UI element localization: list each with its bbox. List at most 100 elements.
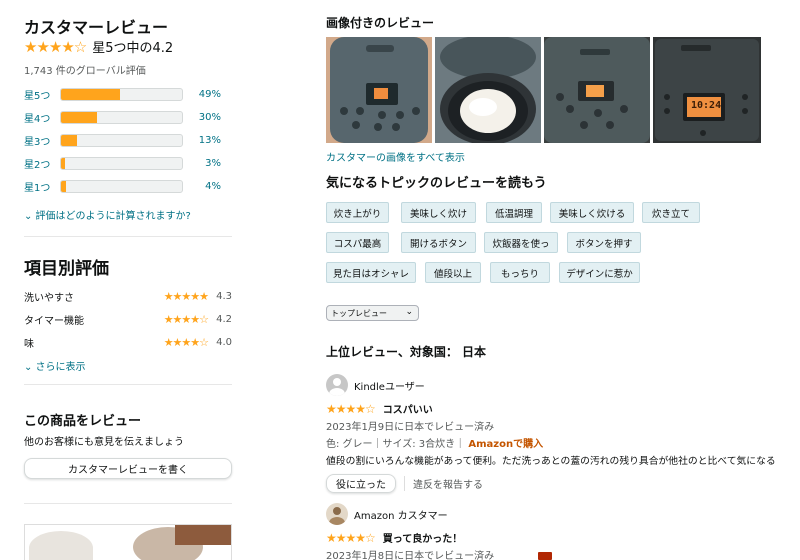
divider <box>24 384 232 385</box>
topic-chip[interactable]: 美味しく炊ける <box>550 202 634 223</box>
feature-name: タイマー機能 <box>24 315 84 327</box>
write-review-title: この商品をレビュー <box>24 414 142 429</box>
overall-stars: ★★★★☆ <box>24 37 87 56</box>
histogram-fill <box>61 134 77 146</box>
review-stars[interactable]: ★★★★☆ <box>326 402 376 416</box>
histogram-percent: 3% <box>205 157 221 169</box>
avatar-head-shape <box>333 507 341 515</box>
topic-chip[interactable]: 低温調理 <box>486 202 542 223</box>
feature-row: タイマー機能 ★★★★☆ 4.2 <box>24 312 232 327</box>
topic-chip[interactable]: デザインに惹か <box>559 262 640 283</box>
product-ad-image[interactable] <box>24 524 232 560</box>
topic-chip[interactable]: 炊飯器を使っ <box>484 232 558 253</box>
divider <box>24 503 232 504</box>
histogram-label: 星1つ <box>24 182 51 194</box>
report-abuse-link[interactable]: 違反を報告する <box>404 476 483 491</box>
write-review-button[interactable]: カスタマーレビューを書く <box>24 458 232 479</box>
helpful-button[interactable]: 役に立った <box>326 474 396 493</box>
histogram-fill <box>61 88 121 100</box>
feature-value: 4.0 <box>216 336 232 348</box>
feature-name: 洗いやすさ <box>24 292 74 304</box>
histogram-fill <box>61 157 65 169</box>
badge-fragment <box>538 552 552 560</box>
topic-chip[interactable]: 美味しく炊け <box>401 202 476 223</box>
topics-title: 気になるトピックのレビューを読もう <box>326 176 547 191</box>
histogram-label: 星4つ <box>24 113 51 125</box>
histogram-label: 星3つ <box>24 136 51 148</box>
see-all-images-link[interactable]: カスタマーの画像をすべて表示 <box>326 149 465 164</box>
topic-chip[interactable]: 開けるボタン <box>401 232 476 253</box>
overall-rating: ★★★★☆ 星5つ中の4.2 <box>24 37 173 57</box>
histogram-bar <box>60 110 183 124</box>
plate-shape <box>29 531 93 560</box>
review-rating-line: ★★★★☆ コスパいい <box>326 401 776 417</box>
histogram-row-2[interactable]: 星2つ 3% <box>24 156 221 171</box>
review-title[interactable]: コスパいい <box>383 401 433 416</box>
avatar <box>326 374 348 396</box>
show-more-link[interactable]: ⌄ さらに表示 <box>24 358 86 373</box>
feature-name: 味 <box>24 338 34 350</box>
feature-ratings-title: 項目別評価 <box>24 259 109 279</box>
histogram-row-3[interactable]: 星3つ 13% <box>24 133 221 148</box>
histogram-row-5[interactable]: 星5つ 49% <box>24 87 221 102</box>
histogram-bar <box>60 156 183 170</box>
rice-cooker-panel-image <box>326 37 432 143</box>
histogram-label: 星5つ <box>24 90 51 102</box>
display-readout: 10:24 <box>691 100 722 111</box>
histogram-label: 星2つ <box>24 159 51 171</box>
histogram-row-4[interactable]: 星4つ 30% <box>24 110 221 125</box>
review-rating-line: ★★★★☆ 買って良かった！ <box>326 530 776 546</box>
histogram-fill <box>61 180 66 192</box>
image-reviews-title: 画像付きのレビュー <box>326 16 435 30</box>
histogram-row-1[interactable]: 星1つ 4% <box>24 179 221 194</box>
review-item: Kindleユーザー ★★★★☆ コスパいい 2023年1月9日に日本でレビュー… <box>326 374 776 493</box>
divider <box>24 236 232 237</box>
topic-chip[interactable]: もっちり <box>490 262 550 283</box>
histogram-bar <box>60 133 183 147</box>
review-stars[interactable]: ★★★★☆ <box>326 531 376 545</box>
topic-chip[interactable]: ボタンを押す <box>567 232 641 253</box>
review-header: Kindleユーザー <box>326 374 776 396</box>
write-review-subtitle: 他のお客様にも意見を伝えましょう <box>24 437 184 448</box>
sort-dropdown[interactable]: トップレビュー ⌄ <box>326 305 419 321</box>
avatar-body-shape <box>329 517 345 525</box>
review-date: 2023年1月9日に日本でレビュー済み <box>326 422 495 433</box>
top-reviews-title: 上位レビュー、対象国： 日本 <box>326 345 487 359</box>
histogram-fill <box>61 111 98 123</box>
review-body: 値段の割にいろんな機能があって便利。ただ洗っあとの蓋の汚れの残り具合が他社のと比… <box>326 456 776 467</box>
rice-cooker-panel-photo[interactable] <box>326 37 432 143</box>
customer-reviews-title: カスタマーレビュー <box>24 18 169 37</box>
topic-chip[interactable]: 炊き上がり <box>326 202 389 223</box>
histogram-percent: 4% <box>205 180 221 192</box>
rice-cooker-panel-image <box>544 37 650 143</box>
verified-purchase-badge: Amazonで購入 <box>468 439 544 450</box>
rice-cooker-panel-photo-2[interactable] <box>544 37 650 143</box>
how-ratings-calculated-link[interactable]: ⌄ 評価はどのように計算されますか? <box>24 207 191 222</box>
feature-value: 4.3 <box>216 290 232 302</box>
topic-chip[interactable]: 値段以上 <box>425 262 481 283</box>
feature-row: 洗いやすさ ★★★★★ 4.3 <box>24 289 232 304</box>
sort-selected: トップレビュー <box>331 308 387 318</box>
histogram-bar <box>60 179 183 193</box>
cooked-rice-image <box>435 37 541 143</box>
review-meta: 色: グレー｜サイズ: 3合炊き｜ Amazonで購入 <box>326 435 776 450</box>
topic-chip[interactable]: 見た目はオシャレ <box>326 262 416 283</box>
histogram-percent: 49% <box>198 88 221 100</box>
avatar-head-shape <box>333 378 341 386</box>
review-variant[interactable]: 色: グレー｜サイズ: 3合炊き｜ <box>326 439 465 450</box>
review-header: Amazon カスタマー <box>326 503 776 525</box>
reviewer-name: Kindleユーザー <box>354 381 425 393</box>
topic-chip[interactable]: コスパ最高 <box>326 232 389 253</box>
global-ratings-count: 1,743 件のグローバル評価 <box>24 66 146 77</box>
review-title[interactable]: 買って良かった！ <box>383 530 463 545</box>
topic-chip[interactable]: 炊き立て <box>642 202 700 223</box>
cooked-rice-photo[interactable] <box>435 37 541 143</box>
avatar <box>326 503 348 525</box>
histogram-bar <box>60 87 183 101</box>
feature-stars: ★★★★★ <box>163 289 209 303</box>
wood-shape <box>175 525 231 545</box>
feature-row: 味 ★★★★☆ 4.0 <box>24 335 232 350</box>
rice-cooker-display-photo[interactable]: 10:24 <box>653 37 761 143</box>
feature-stars: ★★★★☆ <box>163 335 209 349</box>
histogram-percent: 30% <box>198 111 221 123</box>
